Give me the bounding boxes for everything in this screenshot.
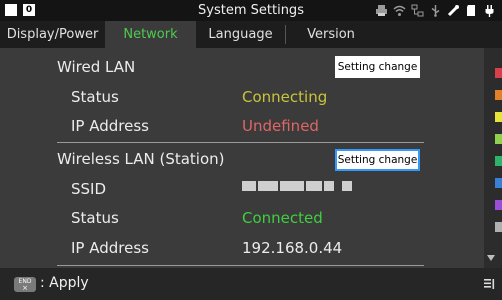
- tab-display-power[interactable]: Display/Power: [0, 21, 105, 48]
- title-bar: 0 System Settings: [0, 0, 502, 21]
- scroll-down-arrow-icon[interactable]: [487, 255, 495, 261]
- tab-network[interactable]: Network: [105, 21, 196, 48]
- wireless-status-value: Connected: [242, 209, 323, 227]
- channel-swatch: [495, 90, 502, 100]
- printer-icon: [376, 5, 387, 16]
- channel-swatch: [495, 222, 502, 232]
- tab-bar: Display/Power Network Language Version: [0, 21, 502, 48]
- wired-setting-change-button[interactable]: Setting change: [335, 56, 420, 78]
- channel-swatch: [495, 68, 502, 78]
- wired-lan-heading: Wired LAN: [57, 58, 136, 76]
- wired-ip-label: IP Address: [71, 117, 149, 135]
- sd-card-icon: [467, 5, 475, 16]
- usb-icon: [431, 5, 440, 17]
- status-icons: [375, 3, 496, 18]
- network-settings-panel: Wired LAN Setting change Status Connecti…: [0, 48, 484, 268]
- tab-language[interactable]: Language: [196, 21, 285, 48]
- tab-version[interactable]: Version: [286, 21, 376, 48]
- menu-icon[interactable]: [483, 278, 495, 290]
- channel-swatch: [495, 134, 502, 144]
- section-divider: [57, 265, 424, 266]
- wireless-status-label: Status: [71, 209, 119, 227]
- probe-icon: [447, 5, 459, 17]
- wireless-ip-label: IP Address: [71, 239, 149, 257]
- wireless-lan-heading: Wireless LAN (Station): [57, 150, 225, 168]
- footer-bar: END × : Apply: [0, 268, 502, 300]
- channel-swatch: [495, 200, 502, 210]
- wired-ip-value: Undefined: [242, 117, 319, 135]
- lan-icon: [411, 4, 424, 17]
- end-key-bottom-label: ×: [22, 284, 28, 292]
- wired-status-value: Connecting: [242, 88, 328, 106]
- wired-status-label: Status: [71, 88, 119, 106]
- channel-scrollbar[interactable]: [484, 48, 502, 268]
- apply-hint: : Apply: [40, 275, 89, 291]
- channel-swatch: [495, 112, 502, 122]
- channel-swatch: [495, 156, 502, 166]
- ssid-redacted-value: [242, 181, 360, 191]
- wireless-ip-value: 192.168.0.44: [242, 239, 343, 257]
- wifi-icon: [393, 5, 406, 16]
- wireless-ssid-label: SSID: [71, 180, 107, 198]
- wireless-setting-change-button[interactable]: Setting change: [335, 149, 420, 171]
- end-key-icon[interactable]: END ×: [14, 277, 36, 292]
- section-divider: [57, 142, 424, 143]
- channel-swatch: [495, 178, 502, 188]
- power-plug-icon: [485, 5, 494, 17]
